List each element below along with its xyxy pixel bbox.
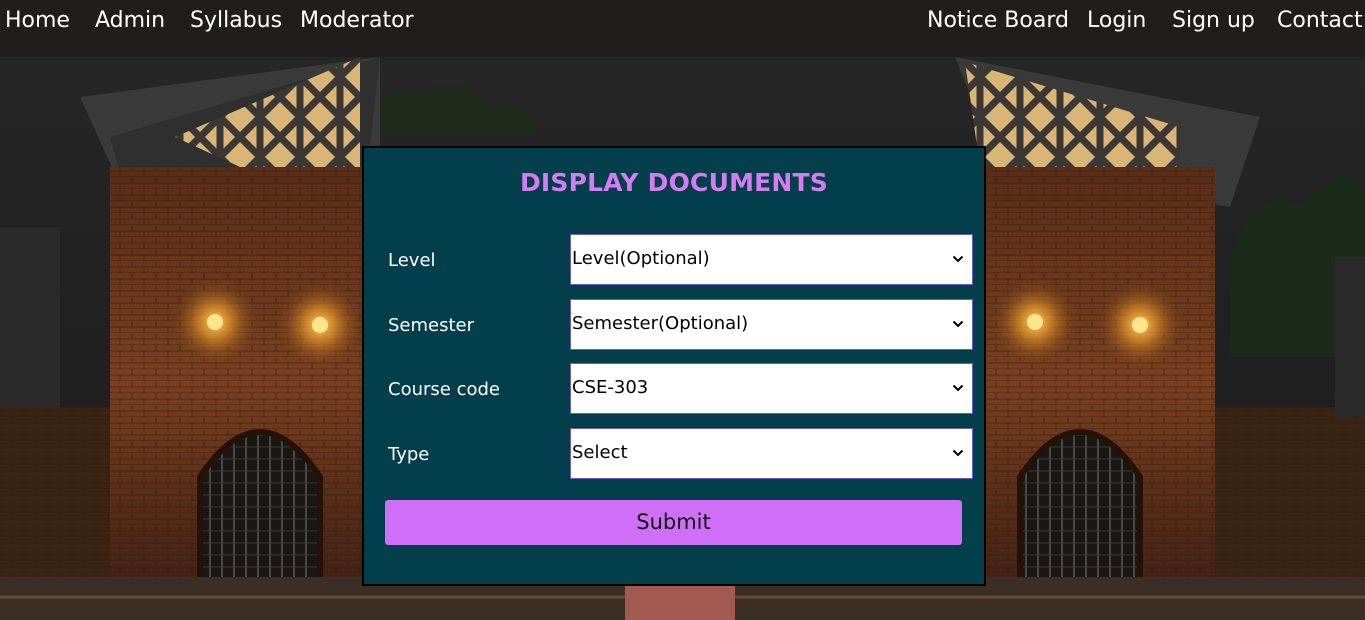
chevron-down-icon [952,449,964,457]
course-code-select[interactable]: CSE-303 [570,363,973,414]
type-select[interactable]: Select [570,428,973,479]
display-documents-form: DISPLAY DOCUMENTS Level Level(Optional) … [362,146,986,586]
nav-login[interactable]: Login [1087,8,1146,34]
nav-sign-up[interactable]: Sign up [1172,8,1255,34]
level-select-value: Level(Optional) [572,248,710,269]
semester-label: Semester [388,315,475,336]
type-label: Type [388,444,430,465]
chevron-down-icon [952,320,964,328]
form-title: DISPLAY DOCUMENTS [519,168,829,197]
type-select-value: Select [572,442,628,463]
submit-button[interactable]: Submit [385,500,962,545]
semester-select[interactable]: Semester(Optional) [570,299,973,350]
nav-admin[interactable]: Admin [95,8,165,34]
semester-select-value: Semester(Optional) [572,313,749,334]
nav-notice-board[interactable]: Notice Board [927,8,1069,34]
course-code-label: Course code [388,379,500,400]
nav-contact[interactable]: Contact [1277,8,1363,34]
course-code-select-value: CSE-303 [572,377,649,398]
nav-moderator[interactable]: Moderator [300,8,414,34]
level-label: Level [388,250,436,271]
chevron-down-icon [952,255,964,263]
nav-home[interactable]: Home [5,8,70,34]
nav-syllabus[interactable]: Syllabus [190,8,282,34]
level-select[interactable]: Level(Optional) [570,234,973,285]
chevron-down-icon [952,384,964,392]
top-navbar: Home Admin Syllabus Moderator Notice Boa… [0,0,1365,57]
